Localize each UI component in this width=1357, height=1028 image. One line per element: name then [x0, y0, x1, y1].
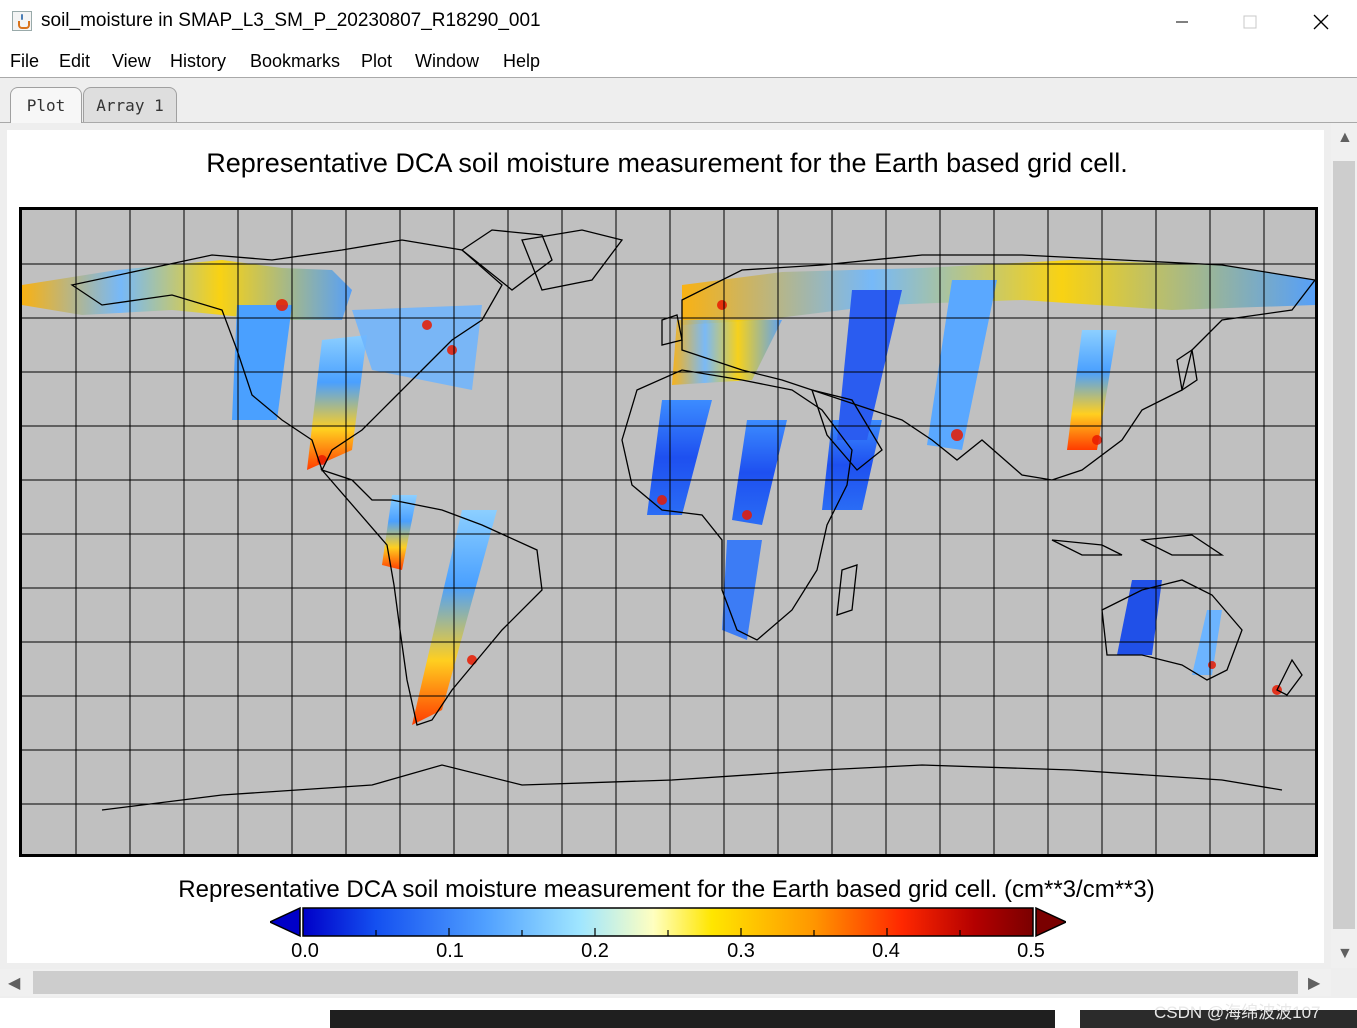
swath-africa-south: [722, 540, 762, 640]
plot-title: Representative DCA soil moisture measure…: [206, 148, 1128, 178]
java-cup-icon: [12, 11, 32, 31]
swath-africa-west: [647, 400, 712, 515]
colorbar-tick-1: 0.1: [436, 940, 464, 962]
tab-plot[interactable]: Plot: [10, 87, 82, 123]
scroll-down-icon[interactable]: ▼: [1337, 945, 1353, 963]
tab-strip: Plot Array 1: [0, 78, 1357, 123]
swath-central-asia: [837, 290, 902, 440]
menu-view[interactable]: View: [112, 51, 151, 72]
colorbar-tick-3: 0.3: [727, 940, 755, 962]
menu-plot[interactable]: Plot: [361, 51, 392, 72]
map-canvas: [22, 210, 1315, 854]
watermark: CSDN @海绵波波107: [1154, 1003, 1321, 1022]
vertical-scroll-thumb[interactable]: [1333, 161, 1355, 929]
swath-north-america-north: [22, 260, 352, 320]
menu-bookmarks[interactable]: Bookmarks: [250, 51, 340, 72]
horizontal-scroll-thumb[interactable]: [33, 971, 1298, 994]
vertical-scrollbar[interactable]: ▲ ▼: [1331, 123, 1357, 968]
swath-eurasia-north: [682, 260, 1315, 325]
close-icon[interactable]: [1286, 0, 1356, 44]
menu-history[interactable]: History: [170, 51, 226, 72]
minimize-icon[interactable]: [1147, 0, 1217, 44]
swath-na-central: [307, 335, 367, 470]
swath-africa-central: [732, 420, 787, 525]
colorbar-label: Representative DCA soil moisture measure…: [178, 876, 1155, 903]
colorbar-over-arrow: [1035, 906, 1066, 938]
world-map: [19, 207, 1318, 857]
menu-bar: File Edit View History Bookmarks Plot Wi…: [0, 44, 1357, 78]
horizontal-scrollbar[interactable]: ◀ ▶: [0, 969, 1331, 996]
scroll-left-icon[interactable]: ◀: [8, 973, 20, 993]
colorbar-tick-4: 0.4: [872, 940, 900, 962]
menu-edit[interactable]: Edit: [59, 51, 90, 72]
window-title: soil_moisture in SMAP_L3_SM_P_20230807_R…: [41, 10, 541, 31]
swath-east-asia: [1067, 330, 1117, 450]
colorbar-tick-5: 0.5: [1017, 940, 1045, 962]
colorbar-tick-2: 0.2: [581, 940, 609, 962]
menu-help[interactable]: Help: [503, 51, 540, 72]
menu-file[interactable]: File: [10, 51, 39, 72]
scroll-up-icon[interactable]: ▲: [1337, 129, 1353, 147]
window-titlebar: soil_moisture in SMAP_L3_SM_P_20230807_R…: [0, 0, 1357, 44]
colorbar: [270, 906, 1066, 938]
tab-array-1[interactable]: Array 1: [83, 87, 177, 122]
maximize-icon[interactable]: [1215, 0, 1285, 44]
taskbar-item[interactable]: [330, 1010, 1055, 1028]
menu-window[interactable]: Window: [415, 51, 479, 72]
colorbar-under-arrow: [270, 906, 301, 938]
scroll-right-icon[interactable]: ▶: [1308, 973, 1320, 993]
swath-india-tibet: [927, 280, 997, 450]
colorbar-tick-0: 0.0: [291, 940, 319, 962]
